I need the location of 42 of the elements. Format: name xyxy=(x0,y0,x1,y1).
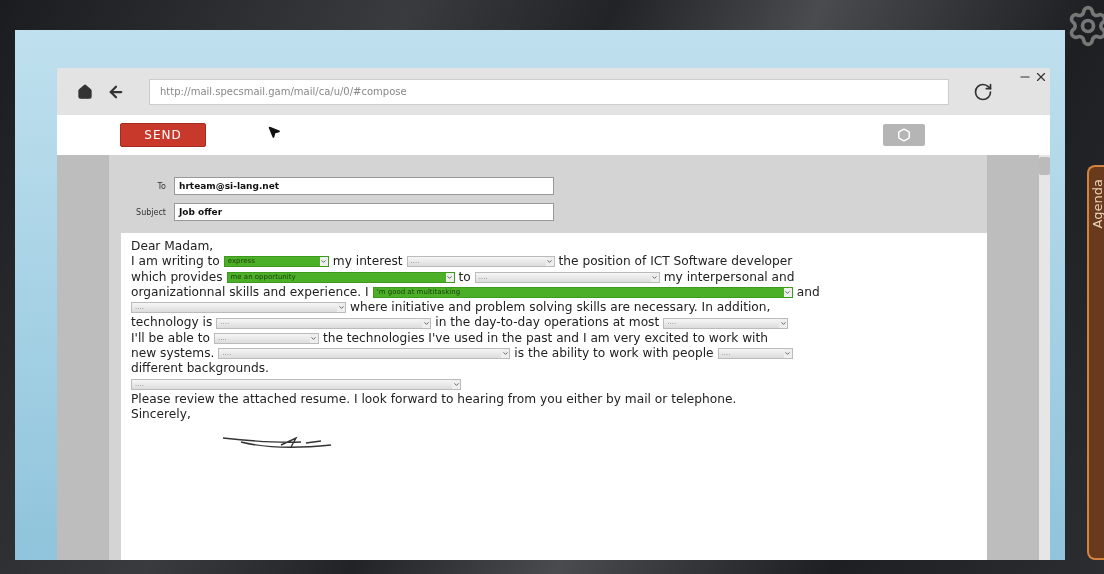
letter-text: to xyxy=(458,269,471,285)
to-field[interactable]: hrteam@si-lang.net xyxy=(174,177,554,195)
letter-text: where initiative and problem solving skills are necessary. In addition, xyxy=(350,300,771,316)
caret-icon xyxy=(445,272,454,282)
home-icon[interactable] xyxy=(77,83,93,100)
letter-text: is the ability to work with people xyxy=(514,346,714,362)
caret-icon xyxy=(783,349,792,359)
letter-text: different backgrounds. xyxy=(131,361,269,377)
caret-icon xyxy=(501,349,510,359)
letter-text: in the day-to-day operations at most xyxy=(435,315,660,331)
letter-text: organizationnal skills and experience. I xyxy=(131,284,369,301)
subject-field[interactable]: Job offer xyxy=(174,203,554,221)
letter-text: I'll be able to xyxy=(131,330,210,347)
to-label: To xyxy=(156,181,166,191)
caret-icon xyxy=(650,272,659,282)
letter-text: new systems. xyxy=(131,346,215,362)
letter-text: I am writing to xyxy=(131,254,220,270)
letter-text: which provides xyxy=(131,269,223,285)
letter-text: the technologies I've used in the past and I am very excited to work with xyxy=(322,330,768,347)
letter-text: technology is xyxy=(131,315,213,331)
letter-text: my interpersonal and xyxy=(663,269,795,285)
caret-icon xyxy=(309,333,318,343)
subject-label: Subject xyxy=(135,207,166,217)
send-button[interactable]: SEND xyxy=(120,123,206,147)
letter-text: Please review the attached resume. I look forward to hearing from you either by mail or telephone. xyxy=(131,391,737,408)
url-field[interactable]: http://mail.specsmail.gam/mail/ca/u/0/#compose xyxy=(149,78,949,105)
caret-icon xyxy=(337,303,345,313)
caret-icon xyxy=(779,318,788,328)
refresh-icon[interactable] xyxy=(973,81,993,102)
letter-text: Dear Madam, xyxy=(131,239,214,255)
letter-text: and xyxy=(796,284,820,301)
letter-text: Sincerely, xyxy=(131,407,191,423)
caret-icon xyxy=(545,257,554,267)
letter-text: the position of ICT Software developer xyxy=(558,254,793,270)
caret-icon xyxy=(422,318,431,328)
caret-icon xyxy=(783,288,792,298)
caret-icon xyxy=(452,379,460,389)
letter-text: my interest xyxy=(332,254,403,270)
caret-icon xyxy=(319,257,328,267)
mouse-pointer-icon xyxy=(267,125,281,139)
hexagon-icon xyxy=(897,128,911,142)
close-icon[interactable] xyxy=(1034,70,1048,84)
